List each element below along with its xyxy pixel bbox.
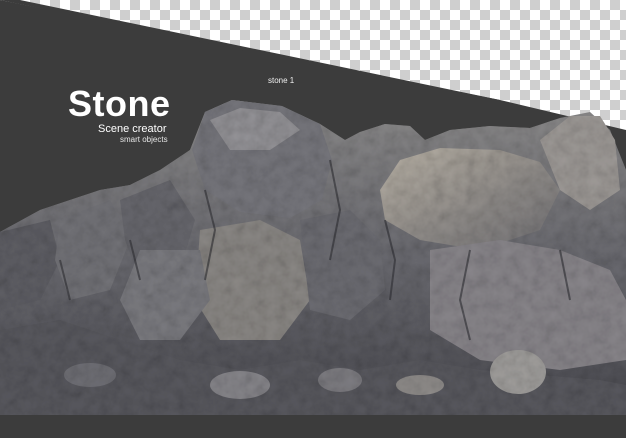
object-label: stone 1 [268, 76, 295, 85]
rock-round-boulder [490, 350, 546, 394]
rock-small-stone-4 [396, 375, 444, 395]
rock-center-block [195, 220, 310, 340]
subtitle: Scene creator [98, 123, 167, 135]
stone-scene-canvas [0, 0, 626, 438]
rock-small-stone-1 [210, 371, 270, 399]
rock-small-stone-2 [318, 368, 362, 392]
page-title: Stone [68, 83, 171, 124]
sub-subtitle: smart objects [120, 135, 168, 144]
bottom-strip [0, 415, 626, 438]
rock-small-stone-3 [64, 363, 116, 387]
